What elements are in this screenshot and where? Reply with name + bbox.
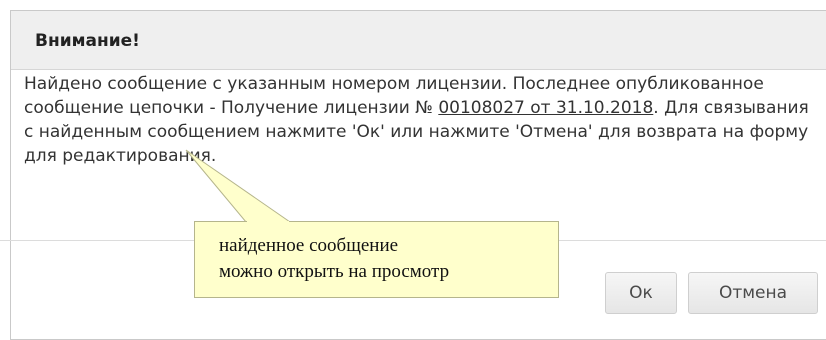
cancel-button[interactable]: Отмена — [688, 272, 818, 314]
annotation-callout: найденное сообщение можно открыть на про… — [194, 221, 559, 298]
callout-line-1: найденное сообщение — [219, 235, 399, 256]
callout-line-2: можно открыть на просмотр — [219, 261, 450, 282]
dialog-title: Внимание! — [35, 31, 140, 51]
license-message-link[interactable]: 00108027 от 31.10.2018 — [438, 98, 653, 118]
ok-button[interactable]: Ок — [605, 272, 677, 314]
dialog-header: Внимание! — [11, 11, 826, 70]
dialog-message: Найдено сообщение с указанным номером ли… — [24, 72, 816, 168]
callout-text: найденное сообщение можно открыть на про… — [219, 233, 449, 285]
